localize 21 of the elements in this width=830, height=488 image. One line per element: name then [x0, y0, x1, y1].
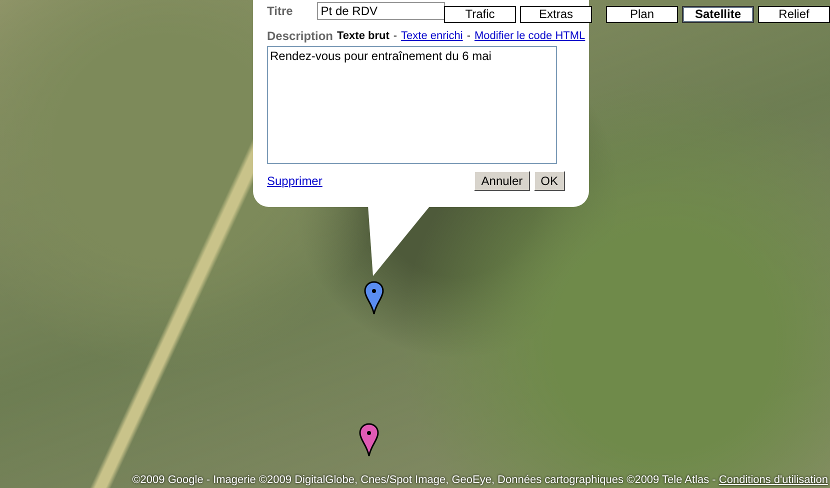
title-label: Titre [267, 4, 293, 18]
map-marker-icon[interactable] [359, 423, 379, 457]
edit-mode-link[interactable]: Texte brut [337, 30, 390, 42]
map-type-button[interactable]: Relief [758, 6, 830, 23]
map-overlay-button[interactable]: Trafic [444, 6, 516, 23]
separator-text: - [393, 30, 398, 42]
map-marker-icon[interactable] [364, 281, 384, 315]
edit-mode-link[interactable]: Texte enrichi [401, 30, 463, 42]
copyright-text: ©2009 Google - Imagerie ©2009 DigitalGlobe, Cnes/Spot Image, GeoEye, Données cartographiques ©2009 Tele Atlas - [132, 474, 717, 486]
description-label: Description [267, 29, 334, 43]
map-type-button[interactable]: Plan [606, 6, 678, 23]
ok-button[interactable]: OK [534, 171, 565, 191]
cancel-button[interactable]: Annuler [474, 171, 530, 191]
map-type-button[interactable]: Satellite [682, 6, 754, 23]
map-overlay-button[interactable]: Extras [520, 6, 592, 23]
terms-link[interactable]: Conditions d'utilisation [718, 474, 828, 486]
separator-text: - [466, 30, 470, 42]
edit-mode-link[interactable]: Modifier le code HTML [474, 30, 586, 42]
delete-link[interactable]: Supprimer [267, 174, 322, 188]
description-field[interactable]: Rendez-vous pour entraînement du 6 mai [267, 46, 557, 164]
title-field[interactable]: Pt de RDV [316, 2, 445, 20]
